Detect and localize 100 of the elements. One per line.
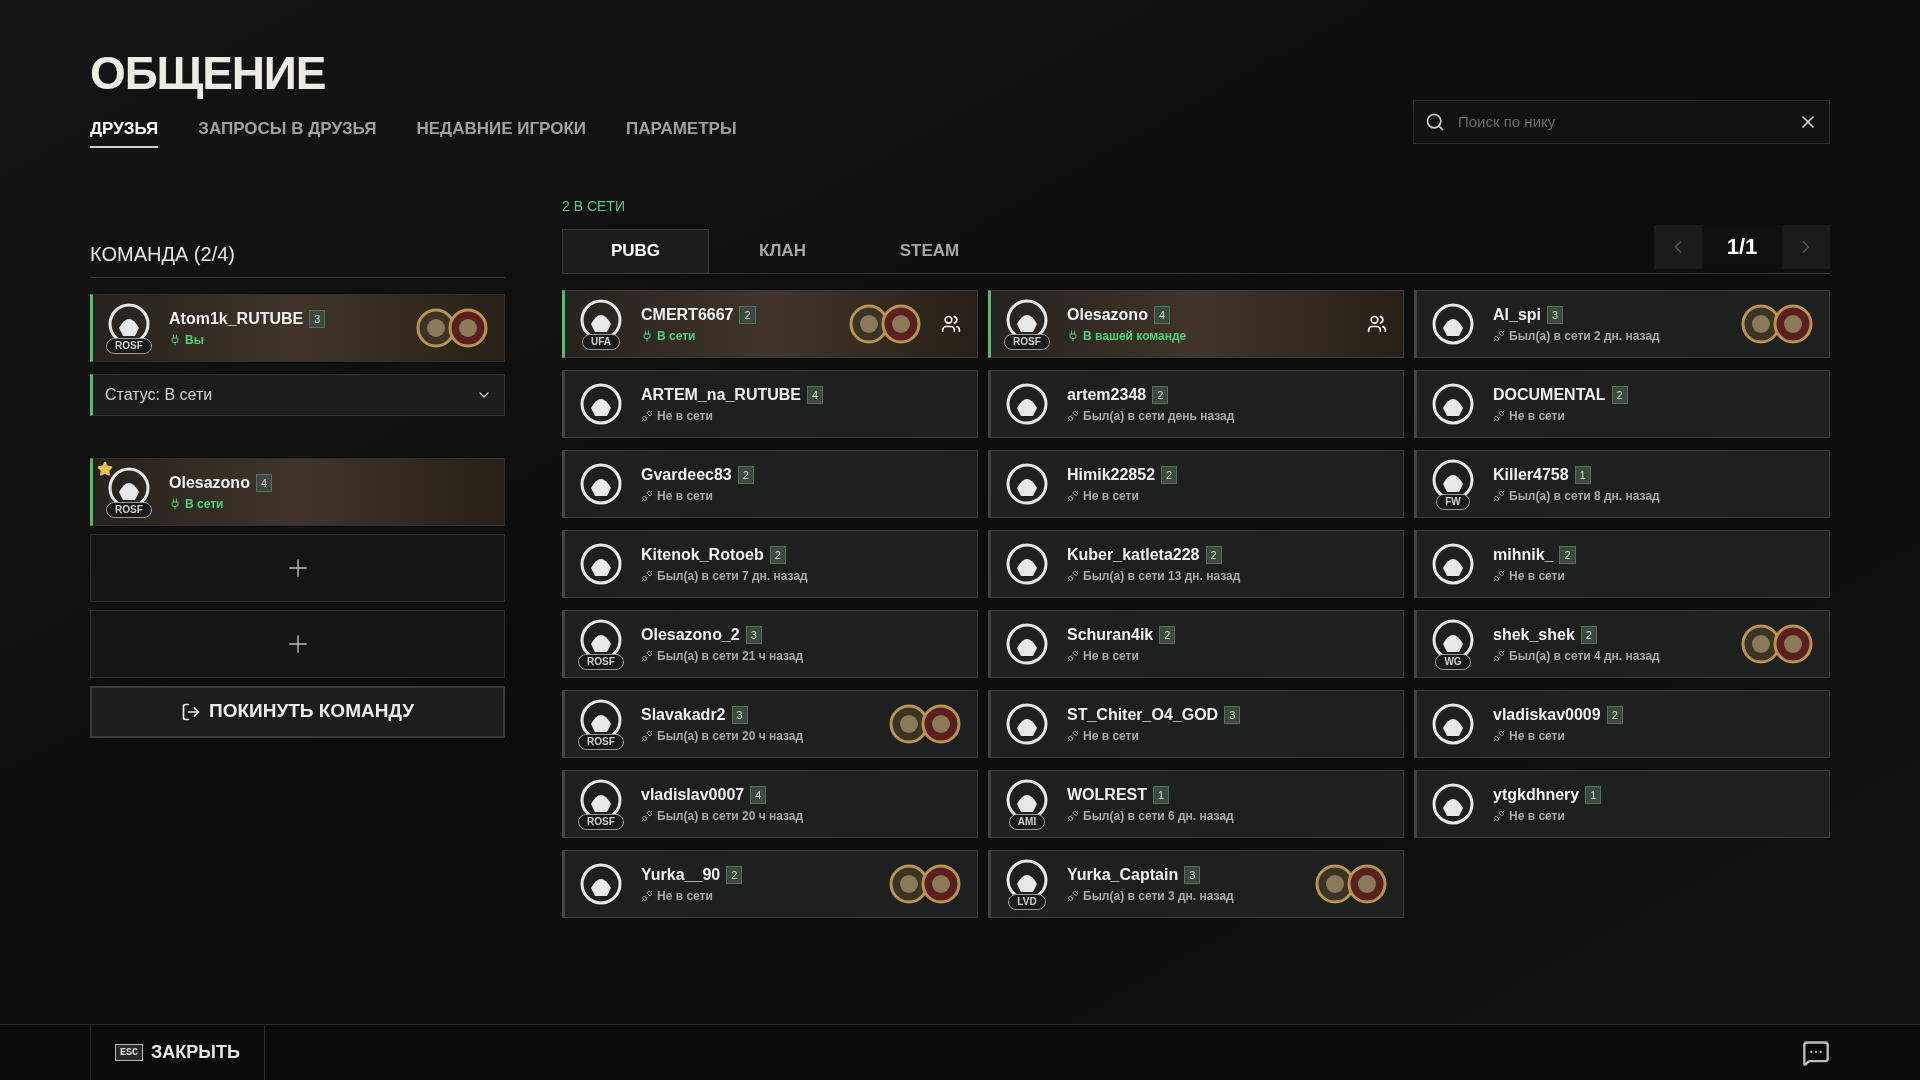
player-name: vladislav0007 [641,784,745,805]
status-text: В сети [657,327,696,345]
friend-card[interactable]: WG shek_shek 2 Был(а) в сети 4 дн. назад [1414,609,1830,678]
level-badge: 2 [1559,545,1576,564]
emblem-icon [1431,301,1475,346]
level-badge: 2 [1159,625,1176,644]
level-badge: 2 [737,465,754,484]
player-name: Yurka_Captain [1067,864,1179,885]
nav-tab[interactable]: ДРУЗЬЯ [90,116,159,148]
nav-tab[interactable]: НЕДАВНИЕ ИГРОКИ [416,116,587,148]
status-text: Был(а) в сети 20 ч назад [657,807,804,825]
level-badge: 3 [1184,865,1201,884]
friend-card[interactable]: ROSF Olesazono 4 В вашей команде [988,289,1404,358]
emblem-icon [579,381,623,426]
friend-card[interactable]: artem2348 2 Был(а) в сети день назад [988,369,1404,438]
level-badge: 3 [731,705,748,724]
status-text: Вы [185,331,204,349]
player-name: Olesazono_2 [641,624,740,645]
status-dropdown[interactable]: Статус: В сети [90,373,505,416]
player-name: CMERT6667 [641,304,734,325]
level-badge: 2 [726,865,743,884]
player-name: Kuber_katleta228 [1067,544,1200,565]
clan-tag: ROSF [578,653,624,670]
emblem-icon [1005,381,1049,426]
friend-card[interactable]: LVD Yurka_Captain 3 Был(а) в сети 3 дн. назад [988,849,1404,918]
friend-card[interactable]: ROSF Slavakadr2 3 Был(а) в сети 20 ч назад [562,689,978,758]
clan-tag: AMI [1008,813,1046,830]
friend-card[interactable]: Yurka__90 2 Не в сети [562,849,978,918]
emblem-icon [1431,701,1475,746]
clan-tag: LVD [1008,893,1046,910]
player-name: Olesazono [169,472,250,493]
friend-card[interactable]: FW Killer4758 1 Был(а) в сети 8 дн. назад [1414,449,1830,518]
team-icon[interactable] [1367,313,1387,334]
team-icon[interactable] [941,313,961,334]
nav-tab[interactable]: ЗАПРОСЫ В ДРУЗЬЯ [198,116,377,148]
status-text: Был(а) в сети 4 дн. назад [1509,647,1660,665]
status-text: Не в сети [1083,487,1139,505]
level-badge: 3 [745,625,762,644]
search-field[interactable]: Поиск по нику [1413,99,1830,144]
player-name: shek_shek [1493,624,1575,645]
status-text: Не в сети [1083,727,1139,745]
emblem-icon [1005,621,1049,666]
friend-card[interactable]: AMI WOLREST 1 Был(а) в сети 6 дн. назад [988,769,1404,838]
status-text: Не в сети [657,487,713,505]
status-text: Не в сети [1083,647,1139,665]
friend-card[interactable]: Kuber_katleta228 2 Был(а) в сети 13 дн. назад [988,529,1404,598]
clan-tag: WG [1435,653,1471,670]
emblem-icon [1431,541,1475,586]
friend-card[interactable]: mihnik_ 2 Не в сети [1414,529,1830,598]
player-name: Gvardeec83 [641,464,732,485]
friend-card[interactable]: ROSF Olesazono_2 3 Был(а) в сети 21 ч назад [562,609,978,678]
friend-card[interactable]: Kitenok_Rotoeb 2 Был(а) в сети 7 дн. назад [562,529,978,598]
emblem-icon [579,541,623,586]
level-badge: 2 [1611,385,1628,404]
friend-card[interactable]: ROSF Atom1k_RUTUBE 3 Вы [90,293,505,362]
player-name: Himik22852 [1067,464,1156,485]
status-text: Не в сети [1509,407,1565,425]
friend-card[interactable]: Himik22852 2 Не в сети [988,449,1404,518]
player-name: artem2348 [1067,384,1147,405]
list-tab[interactable]: PUBG [562,228,709,273]
list-tab[interactable]: КЛАН [709,228,856,273]
friend-card[interactable]: ytgkdhnery 1 Не в сети [1414,769,1830,838]
friend-card[interactable]: vladiskav0009 2 Не в сети [1414,689,1830,758]
player-name: Slavakadr2 [641,704,726,725]
friend-card[interactable]: ARTEM_na_RUTUBE 4 Не в сети [562,369,978,438]
status-text: Был(а) в сети 20 ч назад [657,727,804,745]
chat-icon[interactable] [1802,1038,1830,1067]
list-tab[interactable]: STEAM [856,228,1003,273]
status-text: Не в сети [1509,567,1565,585]
player-name: ytgkdhnery [1493,784,1580,805]
leave-team-button[interactable]: ПОКИНУТЬ КОМАНДУ [90,685,505,738]
friend-card[interactable]: ROSF vladislav0007 4 Был(а) в сети 20 ч назад [562,769,978,838]
nav-tab[interactable]: ПАРАМЕТРЫ [626,116,737,148]
level-badge: 2 [1580,625,1597,644]
online-count: 2 В СЕТИ [562,196,626,216]
friend-card[interactable]: UFA CMERT6667 2 В сети [562,289,978,358]
level-badge: 1 [1574,465,1591,484]
level-badge: 1 [1153,785,1170,804]
friend-card[interactable]: Schuran4ik 2 Не в сети [988,609,1404,678]
player-name: ARTEM_na_RUTUBE [641,384,801,405]
player-name: Kitenok_Rotoeb [641,544,764,565]
level-badge: 2 [1205,545,1222,564]
level-badge: 2 [769,545,786,564]
close-button[interactable]: ESC ЗАКРЫТЬ [90,1025,265,1080]
level-badge: 2 [1606,705,1623,724]
exit-icon [181,701,201,722]
friend-card[interactable]: ROSF Olesazono 4 В сети [90,457,505,526]
player-name: Olesazono [1067,304,1148,325]
esc-key: ESC [115,1044,143,1061]
clan-tag: ROSF [578,733,624,750]
friend-card[interactable]: DOCUMENTAL 2 Не в сети [1414,369,1830,438]
clan-tag: ROSF [578,813,624,830]
level-badge: 2 [1161,465,1178,484]
status-text: В сети [185,495,224,513]
clan-tag: FW [1436,493,1470,510]
friend-card[interactable]: ST_Chiter_O4_GOD 3 Не в сети [988,689,1404,758]
friend-card[interactable]: Al_spi 3 Был(а) в сети 2 дн. назад [1414,289,1830,358]
friend-card[interactable]: Gvardeec83 2 Не в сети [562,449,978,518]
status-text: Был(а) в сети 2 дн. назад [1509,327,1660,345]
team-title: КОМАНДА (2/4) [90,241,235,267]
